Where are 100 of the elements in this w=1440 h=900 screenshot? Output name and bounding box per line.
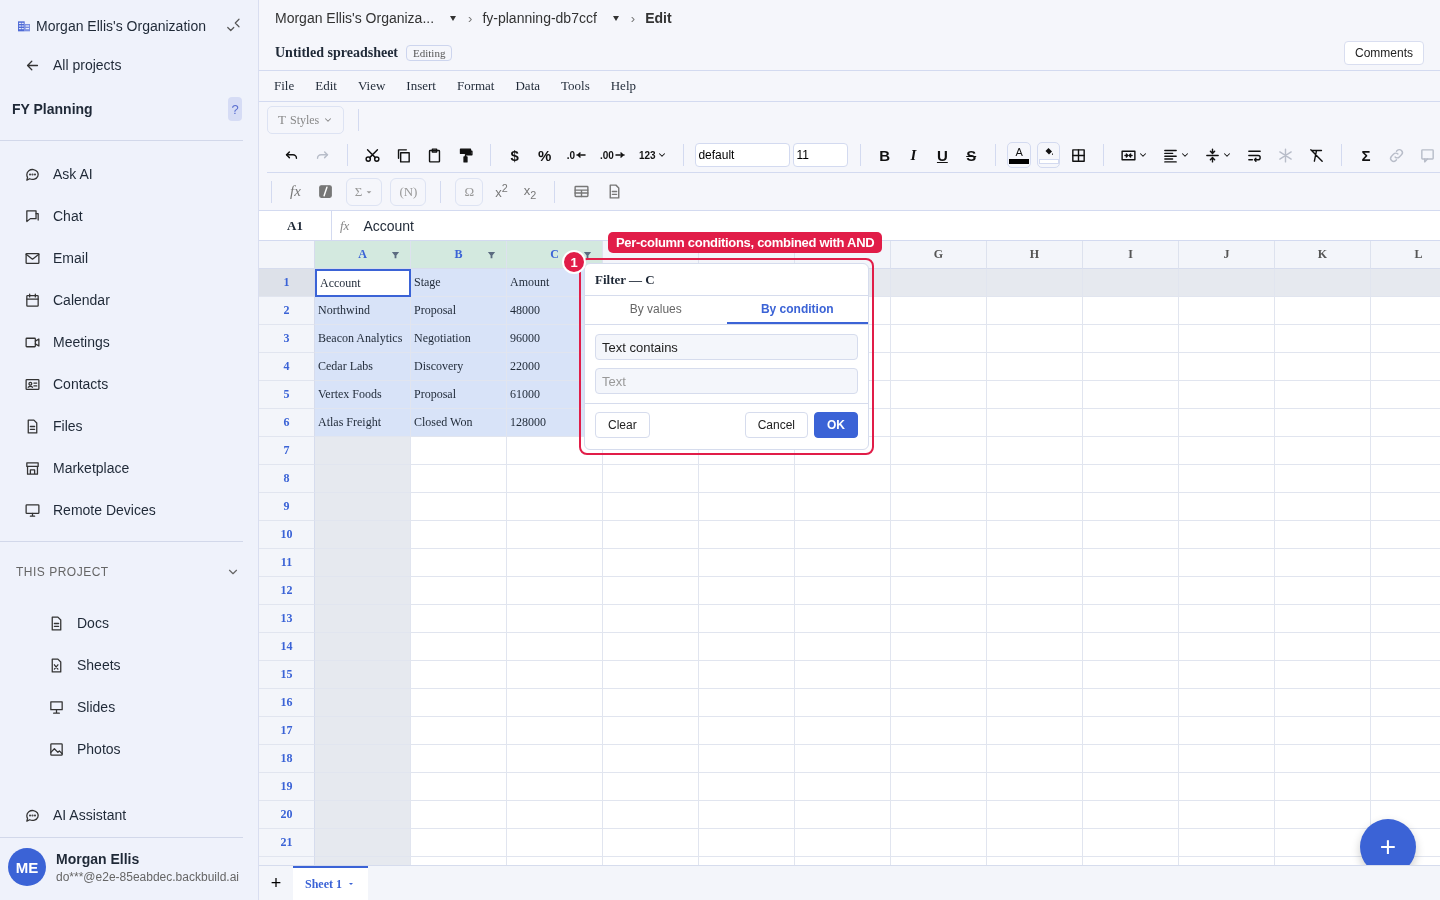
toolbar-button[interactable]: % — [532, 142, 557, 168]
nav-item[interactable]: Calendar — [24, 279, 242, 321]
arrow-icon — [576, 152, 586, 158]
column-header[interactable]: J — [1179, 241, 1275, 269]
organization-name[interactable]: Morgan Ellis's Organization — [36, 18, 220, 34]
nav-item[interactable]: Files — [24, 405, 242, 447]
row-header[interactable]: 15 — [259, 661, 315, 689]
chevron-icon — [323, 115, 334, 125]
formula-value[interactable]: Account — [363, 217, 414, 234]
table-cell: Vertex Foods — [315, 381, 411, 409]
nav-item[interactable]: Remote Devices — [24, 489, 242, 531]
italic-button[interactable]: I — [902, 142, 925, 168]
font-field[interactable]: default — [695, 143, 791, 167]
breadcrumb-link[interactable]: fy-planning-db7ccf — [482, 10, 597, 26]
font-size-field[interactable]: 11 — [793, 143, 849, 167]
project-item[interactable]: Slides — [48, 686, 242, 728]
nav-item[interactable]: Meetings — [24, 321, 242, 363]
sheet-tab[interactable]: Sheet 1 — [293, 866, 368, 900]
building-icon — [16, 18, 32, 34]
column-header[interactable]: A — [315, 241, 411, 269]
nav-item[interactable]: Contacts — [24, 363, 242, 405]
menu-item[interactable]: View — [357, 78, 386, 94]
project-item[interactable]: Sheets — [48, 644, 242, 686]
filter-tab[interactable]: By condition — [726, 296, 868, 324]
nav-item[interactable]: Ask AI — [24, 153, 242, 195]
dropdown-icon[interactable] — [610, 13, 621, 23]
row-header[interactable]: 11 — [259, 549, 315, 577]
clear-button[interactable]: Clear — [595, 412, 650, 438]
underline-button[interactable]: U — [930, 142, 954, 168]
row-header[interactable]: 3 — [259, 325, 315, 353]
column-header[interactable]: L — [1371, 241, 1440, 269]
column-header[interactable]: I — [1083, 241, 1179, 269]
back-link[interactable]: All projects — [0, 52, 242, 78]
assistant-item[interactable]: AI Assistant — [0, 793, 242, 837]
row-header[interactable]: 18 — [259, 745, 315, 773]
column-header[interactable]: G — [891, 241, 987, 269]
row-header[interactable]: 17 — [259, 717, 315, 745]
photo-icon — [48, 740, 65, 758]
add-button[interactable]: + — [1360, 819, 1416, 865]
menu-item[interactable]: Edit — [315, 78, 337, 94]
menu-item[interactable]: Insert — [406, 78, 436, 94]
row-header[interactable]: 4 — [259, 353, 315, 381]
breadcrumb-link[interactable]: Edit — [645, 10, 672, 26]
filter-icon[interactable] — [487, 251, 496, 260]
row-header[interactable]: 16 — [259, 689, 315, 717]
row-header[interactable]: 6 — [259, 409, 315, 437]
user-avatar[interactable]: ME — [8, 848, 46, 886]
decimal-button[interactable]: .0 — [562, 142, 590, 168]
condition-select[interactable]: Text contains — [595, 334, 858, 360]
cancel-button[interactable]: Cancel — [744, 412, 808, 438]
row-header[interactable]: 2 — [259, 297, 315, 325]
section-header[interactable]: THIS PROJECT — [0, 542, 242, 602]
nav-item[interactable]: Marketplace — [24, 447, 242, 489]
breadcrumb-link[interactable]: Morgan Ellis's Organiza... — [275, 10, 435, 26]
table-cell: Cedar Labs — [315, 353, 411, 381]
row-header[interactable]: 20 — [259, 801, 315, 829]
project-item[interactable]: Photos — [48, 728, 242, 770]
table-cell: Proposal — [411, 297, 507, 325]
row-header[interactable]: 8 — [259, 465, 315, 493]
styles-button[interactable]: T Styles — [267, 106, 345, 134]
toolbar-button[interactable]: Σ — [1354, 142, 1378, 168]
dropdown-icon[interactable] — [448, 13, 459, 23]
nav-item[interactable]: Email — [24, 237, 242, 279]
row-header[interactable]: 12 — [259, 577, 315, 605]
row-header[interactable]: 10 — [259, 521, 315, 549]
row-header[interactable]: 1 — [259, 269, 315, 297]
nav-item[interactable]: Chat — [24, 195, 242, 237]
condition-value-field[interactable]: Text — [595, 368, 858, 394]
text-color-button[interactable]: A — [1007, 142, 1031, 168]
add-sheet-button[interactable]: + — [259, 866, 293, 900]
column-header[interactable]: H — [987, 241, 1083, 269]
row-header[interactable]: 5 — [259, 381, 315, 409]
column-header[interactable]: K — [1275, 241, 1371, 269]
column-header[interactable]: B — [411, 241, 507, 269]
row-header[interactable]: 7 — [259, 437, 315, 465]
strike-button[interactable]: S — [959, 142, 983, 168]
menu-item[interactable]: File — [274, 78, 295, 94]
menu-item[interactable]: Format — [456, 78, 495, 94]
row-header[interactable]: 13 — [259, 605, 315, 633]
fill-color-button[interactable] — [1036, 142, 1061, 168]
document-title[interactable]: Untitled spreadsheet — [275, 45, 399, 61]
function-button[interactable]: fx — [286, 178, 305, 205]
comments-button[interactable]: Comments — [1344, 41, 1424, 65]
number-format-button[interactable]: 123 — [634, 142, 671, 168]
row-header[interactable]: 9 — [259, 493, 315, 521]
row-header[interactable]: 21 — [259, 829, 315, 857]
filter-icon[interactable] — [583, 251, 592, 260]
row-header[interactable]: 19 — [259, 773, 315, 801]
decimal-button[interactable]: .00 — [596, 142, 629, 168]
ok-button[interactable]: OK — [814, 412, 858, 438]
bold-button[interactable]: B — [873, 142, 897, 168]
filter-icon[interactable] — [391, 251, 400, 260]
menu-item[interactable]: Help — [610, 78, 636, 94]
script-button[interactable]: x$_{2}$ — [519, 178, 541, 205]
script-button[interactable]: x$^{2}$ — [491, 178, 512, 205]
menu-item[interactable]: Tools — [561, 78, 590, 94]
menu-item[interactable]: Data — [515, 78, 540, 94]
toolbar-button[interactable]: $ — [502, 142, 527, 168]
project-item[interactable]: Docs — [48, 602, 242, 644]
row-header[interactable]: 14 — [259, 633, 315, 661]
